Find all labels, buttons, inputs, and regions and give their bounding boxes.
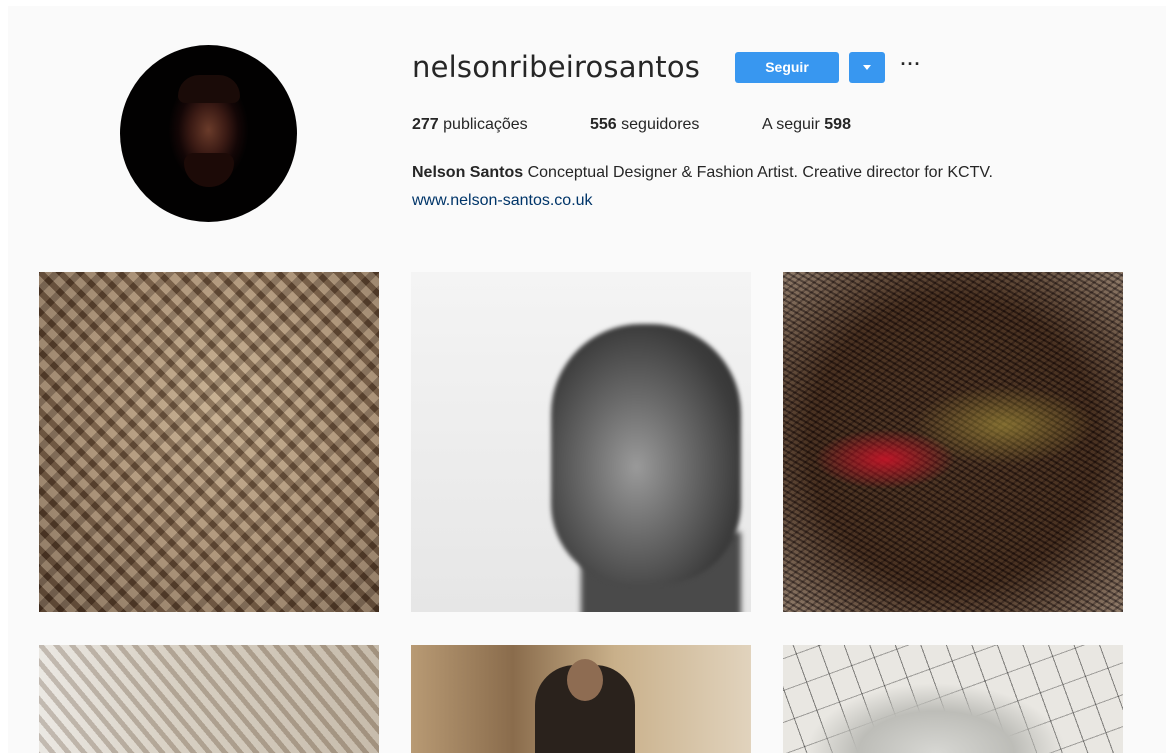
- post-thumbnail[interactable]: [411, 272, 751, 612]
- photo-face: [551, 324, 741, 584]
- followers-stat[interactable]: 556 seguidores: [590, 116, 699, 134]
- website-link[interactable]: www.nelson-santos.co.uk: [412, 192, 593, 210]
- profile-bio: Nelson Santos Conceptual Designer & Fash…: [412, 164, 993, 182]
- more-options-icon[interactable]: ···: [898, 55, 924, 79]
- post-thumbnail[interactable]: [783, 645, 1123, 753]
- post-thumbnail[interactable]: [783, 272, 1123, 612]
- followers-count: 556: [590, 116, 617, 133]
- profile-avatar[interactable]: [120, 45, 297, 222]
- following-count: 598: [824, 116, 851, 133]
- post-thumbnail[interactable]: [411, 645, 751, 753]
- following-stat[interactable]: A seguir 598: [762, 116, 851, 134]
- bio-name: Nelson Santos: [412, 164, 524, 181]
- photo-head: [567, 659, 603, 701]
- follow-button[interactable]: Seguir: [735, 52, 839, 83]
- posts-label: publicações: [443, 116, 528, 133]
- bio-text: Conceptual Designer & Fashion Artist. Cr…: [527, 164, 993, 181]
- profile-page: nelsonribeirosantos Seguir ··· 277 publi…: [8, 6, 1166, 753]
- chevron-down-icon: [863, 65, 871, 70]
- post-thumbnail[interactable]: [39, 645, 379, 753]
- avatar-beard: [184, 153, 234, 187]
- avatar-hair: [178, 75, 240, 103]
- posts-stat: 277 publicações: [412, 116, 528, 134]
- posts-count: 277: [412, 116, 439, 133]
- post-thumbnail[interactable]: [39, 272, 379, 612]
- followers-label: seguidores: [621, 116, 700, 133]
- profile-username: nelsonribeirosantos: [412, 50, 701, 84]
- suggestions-dropdown-button[interactable]: [849, 52, 885, 83]
- following-label: A seguir: [762, 116, 820, 133]
